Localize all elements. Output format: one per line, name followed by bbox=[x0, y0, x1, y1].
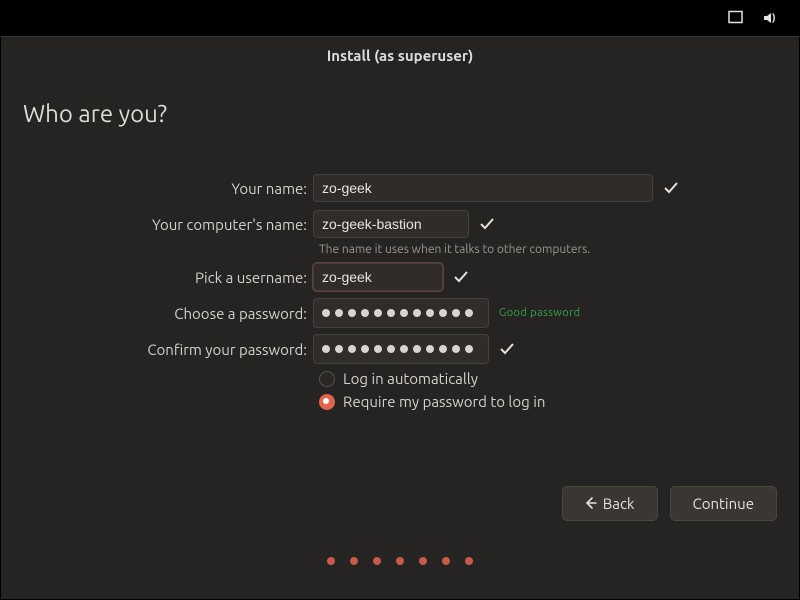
check-icon bbox=[499, 341, 515, 357]
radio-require-label: Require my password to log in bbox=[343, 393, 545, 410]
desktop-top-bar bbox=[0, 0, 800, 36]
password-input[interactable] bbox=[313, 298, 489, 328]
volume-icon bbox=[762, 10, 778, 26]
screen-icon bbox=[728, 10, 744, 26]
name-input[interactable] bbox=[313, 174, 653, 202]
radio-icon bbox=[319, 371, 335, 387]
confirm-label: Confirm your password: bbox=[1, 341, 313, 358]
confirm-password-input[interactable] bbox=[313, 334, 489, 364]
check-icon bbox=[453, 269, 469, 285]
computer-label: Your computer's name: bbox=[1, 216, 313, 233]
radio-auto-label: Log in automatically bbox=[343, 370, 478, 387]
back-button[interactable]: Back bbox=[562, 486, 658, 521]
password-strength: Good password bbox=[499, 307, 581, 319]
page-heading: Who are you? bbox=[23, 100, 799, 127]
computer-name-input[interactable] bbox=[313, 210, 469, 238]
password-label: Choose a password: bbox=[1, 305, 313, 322]
name-label: Your name: bbox=[1, 180, 313, 197]
user-form: Your name: Your computer's name: The nam… bbox=[1, 173, 799, 410]
computer-hint: The name it uses when it talks to other … bbox=[319, 243, 799, 256]
installer-window: Install (as superuser) Who are you? Your… bbox=[0, 36, 800, 600]
step-indicator bbox=[1, 557, 799, 565]
back-label: Back bbox=[603, 495, 635, 512]
check-icon bbox=[479, 216, 495, 232]
radio-require-password[interactable]: Require my password to log in bbox=[319, 393, 799, 410]
window-title: Install (as superuser) bbox=[1, 47, 799, 64]
username-label: Pick a username: bbox=[1, 269, 313, 286]
check-icon bbox=[663, 180, 679, 196]
radio-icon bbox=[319, 394, 335, 410]
continue-button[interactable]: Continue bbox=[670, 486, 777, 521]
radio-auto-login[interactable]: Log in automatically bbox=[319, 370, 799, 387]
username-input[interactable] bbox=[313, 263, 443, 291]
continue-label: Continue bbox=[693, 495, 754, 512]
arrow-left-icon bbox=[585, 495, 597, 512]
